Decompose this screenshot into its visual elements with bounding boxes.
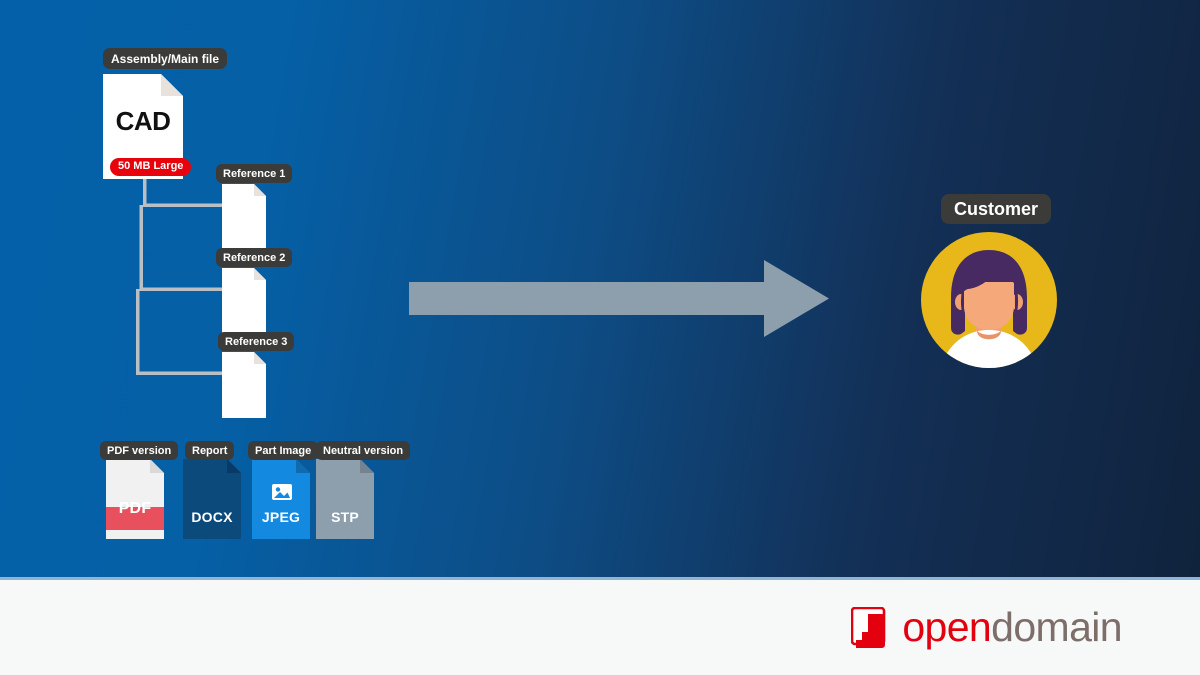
- label-part-image-text: Part Image: [255, 444, 312, 457]
- label-part-image: Part Image: [248, 441, 319, 460]
- file-card-stp[interactable]: STP: [316, 459, 374, 539]
- label-reference-2-text: Reference 2: [223, 251, 286, 264]
- label-reference-1-text: Reference 1: [223, 167, 286, 180]
- label-report-text: Report: [192, 444, 228, 457]
- avatar-face: [964, 282, 1014, 330]
- label-reference-1: Reference 1: [216, 164, 293, 183]
- label-customer-text: Customer: [954, 198, 1039, 219]
- label-pdf-version: PDF version: [100, 441, 179, 460]
- reference-3-shape: [222, 352, 266, 418]
- file-card-reference-3[interactable]: [222, 352, 266, 418]
- file-card-docx[interactable]: DOCX: [183, 459, 241, 539]
- avatar-customer[interactable]: [921, 232, 1057, 368]
- jpeg-file-shape: [252, 459, 310, 539]
- stp-file-shape: [316, 459, 374, 539]
- flow-arrow-right: [409, 260, 829, 337]
- file-card-reference-1[interactable]: [222, 184, 266, 250]
- label-report: Report: [185, 441, 235, 460]
- label-neutral-version: Neutral version: [316, 441, 411, 460]
- reference-1-shape: [222, 184, 266, 250]
- logo-text-domain: domain: [991, 604, 1122, 650]
- slide-root: Assembly/Main file CAD 50 MB Large Refer…: [0, 0, 1200, 675]
- label-assembly-main-file-text: Assembly/Main file: [111, 51, 220, 66]
- file-card-jpeg[interactable]: JPEG: [252, 459, 310, 539]
- opendomain-logo-icon: [851, 606, 886, 648]
- label-neutral-version-text: Neutral version: [323, 444, 404, 457]
- logo-text-open: open: [902, 604, 992, 650]
- diagram-stage: Assembly/Main file CAD 50 MB Large Refer…: [0, 0, 1200, 577]
- badge-file-size: 50 MB Large: [110, 158, 192, 177]
- file-card-pdf[interactable]: PDF: [106, 459, 164, 539]
- opendomain-logo-text: opendomain: [902, 607, 1122, 648]
- label-pdf-version-text: PDF version: [107, 444, 172, 457]
- label-customer: Customer: [941, 194, 1052, 224]
- docx-file-shape: [183, 459, 241, 539]
- label-reference-2: Reference 2: [216, 248, 293, 267]
- file-card-reference-2[interactable]: [222, 268, 266, 334]
- footer-bar: opendomain: [0, 580, 1200, 675]
- label-reference-3-text: Reference 3: [225, 335, 288, 348]
- image-icon: [272, 484, 292, 500]
- label-assembly-main-file: Assembly/Main file: [103, 48, 228, 69]
- pdf-file-shape: [106, 459, 164, 539]
- reference-2-shape: [222, 268, 266, 334]
- label-reference-3: Reference 3: [218, 332, 295, 351]
- brand-logo: opendomain: [851, 606, 1123, 649]
